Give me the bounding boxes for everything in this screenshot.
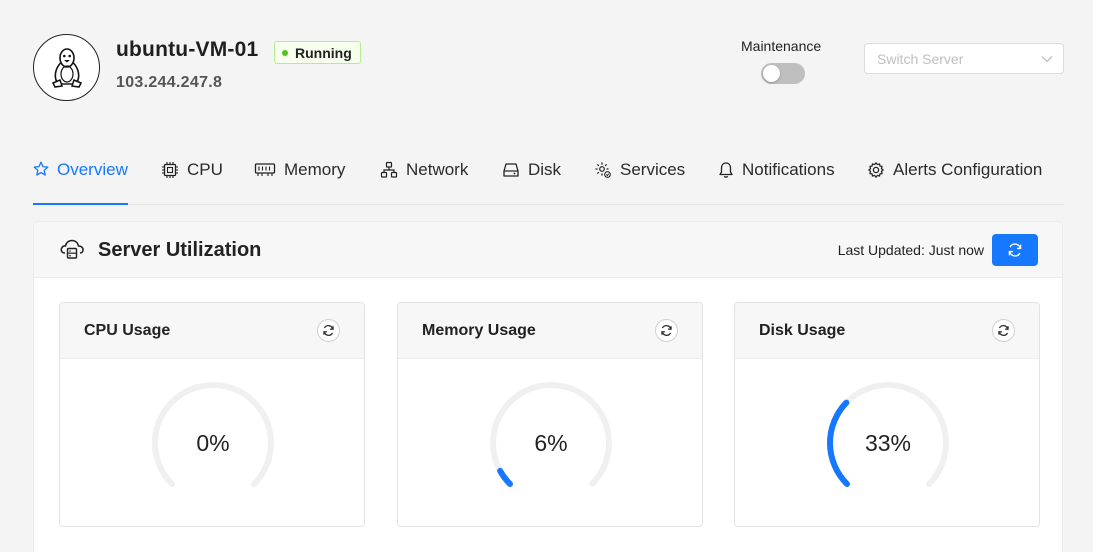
tab-alerts-configuration-label: Alerts Configuration bbox=[893, 160, 1043, 179]
tab-network-label: Network bbox=[406, 160, 469, 179]
disk-usage-header: Disk Usage bbox=[735, 303, 1039, 359]
server-detail-page: ubuntu-VM-01 Running 103.244.247.8 Maint… bbox=[0, 0, 1093, 552]
memory-usage-value: 6% bbox=[534, 429, 568, 456]
tab-memory-label: Memory bbox=[284, 160, 346, 179]
maintenance-label: Maintenance bbox=[741, 38, 822, 54]
disk-usage-title: Disk Usage bbox=[759, 321, 846, 339]
memory-usage-title: Memory Usage bbox=[422, 321, 536, 339]
switch-server-select[interactable]: Switch Server bbox=[864, 43, 1064, 74]
refresh-icon bbox=[323, 325, 334, 336]
refresh-button[interactable] bbox=[992, 234, 1038, 266]
tab-network[interactable]: Network bbox=[380, 160, 468, 204]
server-name: ubuntu-VM-01 bbox=[116, 38, 259, 61]
tab-bar: Overview CPU Memory Network Disk Service… bbox=[33, 150, 1064, 205]
maintenance-toggle[interactable] bbox=[761, 63, 805, 84]
cpu-usage-title: CPU Usage bbox=[84, 321, 171, 339]
status-badge: Running bbox=[274, 41, 361, 64]
gear-icon bbox=[868, 162, 884, 178]
memory-usage-header: Memory Usage bbox=[398, 303, 702, 359]
chevron-down-icon bbox=[1041, 55, 1053, 62]
tab-overview[interactable]: Overview bbox=[33, 160, 128, 205]
card-header: Server Utilization Last Updated: Just no… bbox=[34, 222, 1062, 278]
disk-refresh-button[interactable] bbox=[992, 319, 1015, 342]
cpu-usage-value: 0% bbox=[196, 429, 230, 456]
disk-usage-card: Disk Usage 33% bbox=[734, 302, 1040, 527]
server-utilization-card: Server Utilization Last Updated: Just no… bbox=[33, 221, 1063, 552]
toggle-knob bbox=[763, 65, 780, 82]
tab-alerts-configuration[interactable]: Alerts Configuration bbox=[867, 160, 1042, 204]
status-dot bbox=[282, 49, 288, 56]
tab-notifications[interactable]: Notifications bbox=[718, 160, 835, 204]
linux-penguin-icon bbox=[33, 34, 100, 101]
tab-cpu[interactable]: CPU bbox=[161, 160, 223, 204]
tab-memory[interactable]: Memory bbox=[254, 160, 345, 204]
tab-services-label: Services bbox=[620, 160, 686, 179]
tab-disk-label: Disk bbox=[528, 160, 562, 179]
memory-usage-card: Memory Usage 6% bbox=[397, 302, 703, 527]
card-title: Server Utilization bbox=[98, 239, 262, 261]
server-ip: 103.244.247.8 bbox=[116, 74, 223, 91]
network-icon bbox=[380, 161, 398, 178]
refresh-icon bbox=[661, 325, 672, 336]
status-text: Running bbox=[295, 44, 352, 61]
tab-disk[interactable]: Disk bbox=[502, 160, 561, 204]
chip-icon bbox=[162, 162, 178, 178]
last-updated-text: Last Updated: Just now bbox=[837, 242, 984, 258]
cloud-server-icon bbox=[60, 239, 84, 259]
tab-services[interactable]: Services bbox=[594, 160, 685, 204]
disk-usage-value: 33% bbox=[864, 429, 912, 456]
memory-refresh-button[interactable] bbox=[655, 319, 678, 342]
star-icon bbox=[33, 161, 49, 176]
tab-overview-label: Overview bbox=[57, 160, 128, 179]
cpu-usage-header: CPU Usage bbox=[60, 303, 364, 359]
disk-icon bbox=[503, 163, 519, 177]
tab-cpu-label: CPU bbox=[187, 160, 223, 179]
gear-services-icon bbox=[595, 162, 611, 178]
switch-server-placeholder: Switch Server bbox=[877, 50, 964, 67]
bell-icon bbox=[719, 162, 733, 178]
refresh-icon bbox=[998, 325, 1009, 336]
cpu-usage-card: CPU Usage 0% bbox=[59, 302, 365, 527]
cpu-refresh-button[interactable] bbox=[317, 319, 340, 342]
memory-icon bbox=[254, 163, 276, 176]
refresh-icon bbox=[1008, 243, 1022, 257]
tab-notifications-label: Notifications bbox=[742, 160, 835, 179]
